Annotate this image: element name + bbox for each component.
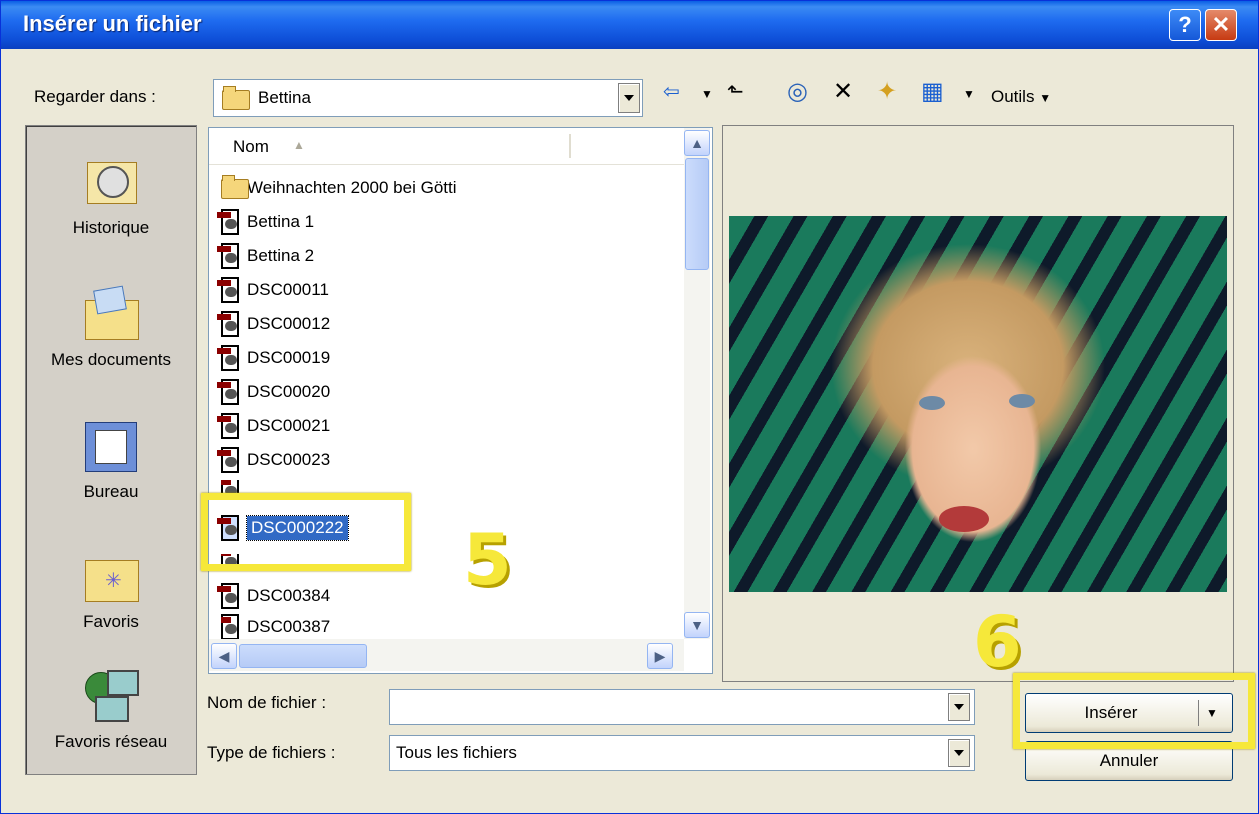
- filetype-dropdown-button[interactable]: [948, 739, 970, 767]
- highlight-step5: [201, 493, 411, 571]
- image-file-icon: [217, 345, 243, 371]
- image-file-icon: [217, 583, 243, 609]
- vertical-scroll-thumb[interactable]: [685, 158, 709, 270]
- back-dropdown-icon[interactable]: ▼: [701, 87, 713, 101]
- search-web-icon[interactable]: ◎: [787, 77, 808, 106]
- list-item[interactable]: Bettina 1: [217, 206, 314, 238]
- column-header-label: Nom: [233, 137, 269, 156]
- cancel-label: Annuler: [1099, 751, 1159, 770]
- title-bar: Insérer un fichier ? ✕: [1, 1, 1258, 49]
- list-item[interactable]: DSC00011: [217, 274, 329, 306]
- place-favorites-label: Favoris: [83, 612, 139, 631]
- list-item[interactable]: DSC00023: [217, 444, 330, 476]
- vertical-scrollbar[interactable]: ▲ ▼: [684, 128, 710, 639]
- desktop-icon: [81, 416, 141, 476]
- place-network-label: Favoris réseau: [54, 732, 168, 751]
- insert-file-dialog: Insérer un fichier ? ✕ Regarder dans : B…: [0, 0, 1259, 814]
- list-item[interactable]: Bettina 2: [217, 240, 314, 272]
- list-item[interactable]: Weihnachten 2000 bei Götti: [221, 172, 457, 204]
- place-desktop-label: Bureau: [83, 482, 139, 501]
- views-dropdown-icon[interactable]: ▼: [963, 87, 975, 101]
- sort-ascending-icon: ▲: [293, 138, 305, 152]
- image-file-icon: [217, 311, 243, 337]
- filename-dropdown-button[interactable]: [948, 693, 970, 721]
- scroll-down-button[interactable]: ▼: [684, 612, 710, 638]
- filetype-select[interactable]: Tous les fichiers: [389, 735, 975, 771]
- favorites-icon: ✳: [81, 546, 141, 606]
- place-favorites[interactable]: ✳ Favoris: [26, 546, 196, 632]
- place-my-documents[interactable]: Mes documents: [26, 284, 196, 370]
- place-desktop[interactable]: Bureau: [26, 416, 196, 502]
- preview-pane: [722, 125, 1234, 682]
- network-places-icon: [81, 666, 141, 726]
- list-item[interactable]: DSC00012: [217, 308, 330, 340]
- close-button[interactable]: ✕: [1205, 9, 1237, 41]
- dialog-title: Insérer un fichier: [23, 11, 202, 36]
- horizontal-scrollbar[interactable]: ◀ ▶: [209, 639, 684, 671]
- my-documents-icon: [81, 284, 141, 344]
- filetype-label: Type de fichiers :: [207, 743, 336, 762]
- place-history-label: Historique: [72, 218, 150, 237]
- list-item[interactable]: DSC00020: [217, 376, 330, 408]
- filename-input[interactable]: [389, 689, 975, 725]
- help-icon: ?: [1178, 12, 1192, 37]
- step6-number: 6: [973, 601, 1022, 683]
- places-bar: Historique Mes documents Bureau ✳ Favori…: [25, 125, 197, 775]
- scroll-left-button[interactable]: ◀: [211, 643, 237, 669]
- back-icon[interactable]: ⇦: [663, 79, 680, 104]
- horizontal-scroll-thumb[interactable]: [239, 644, 367, 668]
- scroll-up-button[interactable]: ▲: [684, 130, 710, 156]
- help-button[interactable]: ?: [1169, 9, 1201, 41]
- column-header-name[interactable]: Nom ▲: [209, 128, 684, 165]
- look-in-combo[interactable]: Bettina: [213, 79, 643, 117]
- image-file-icon: [217, 447, 243, 473]
- list-item[interactable]: DSC00019: [217, 342, 330, 374]
- image-file-icon: [217, 413, 243, 439]
- views-icon[interactable]: ▦: [921, 77, 944, 106]
- scroll-right-button[interactable]: ▶: [647, 643, 673, 669]
- filename-label: Nom de fichier :: [207, 693, 327, 712]
- list-item[interactable]: DSC00387: [221, 614, 330, 640]
- step5-number: 5: [463, 519, 512, 601]
- place-history[interactable]: Historique: [26, 152, 196, 238]
- folder-icon: [222, 86, 250, 110]
- list-item[interactable]: DSC00021: [217, 410, 330, 442]
- highlight-step6: [1013, 673, 1255, 749]
- place-my-documents-label: Mes documents: [51, 350, 171, 369]
- tools-label: Outils: [991, 87, 1035, 106]
- place-network[interactable]: Favoris réseau: [26, 666, 196, 752]
- preview-photo: [729, 216, 1227, 592]
- image-file-icon: [221, 614, 243, 640]
- up-folder-icon[interactable]: ⬑: [727, 79, 744, 104]
- image-file-icon: [217, 209, 243, 235]
- image-file-icon: [217, 277, 243, 303]
- look-in-value: Bettina: [258, 88, 311, 107]
- list-item[interactable]: DSC00384: [217, 580, 330, 612]
- look-in-label: Regarder dans :: [34, 87, 156, 106]
- new-folder-icon[interactable]: ✦: [877, 77, 897, 106]
- image-file-icon: [217, 379, 243, 405]
- file-list[interactable]: Nom ▲ Weihnachten 2000 bei Götti Bettina…: [208, 127, 713, 674]
- folder-icon: [221, 175, 249, 201]
- image-file-icon: [217, 243, 243, 269]
- close-icon: ✕: [1211, 12, 1231, 37]
- tools-menu[interactable]: Outils ▼: [991, 87, 1051, 107]
- look-in-dropdown-button[interactable]: [618, 83, 640, 113]
- delete-icon[interactable]: ✕: [833, 77, 853, 106]
- history-icon: [81, 152, 141, 212]
- filetype-value: Tous les fichiers: [396, 743, 517, 762]
